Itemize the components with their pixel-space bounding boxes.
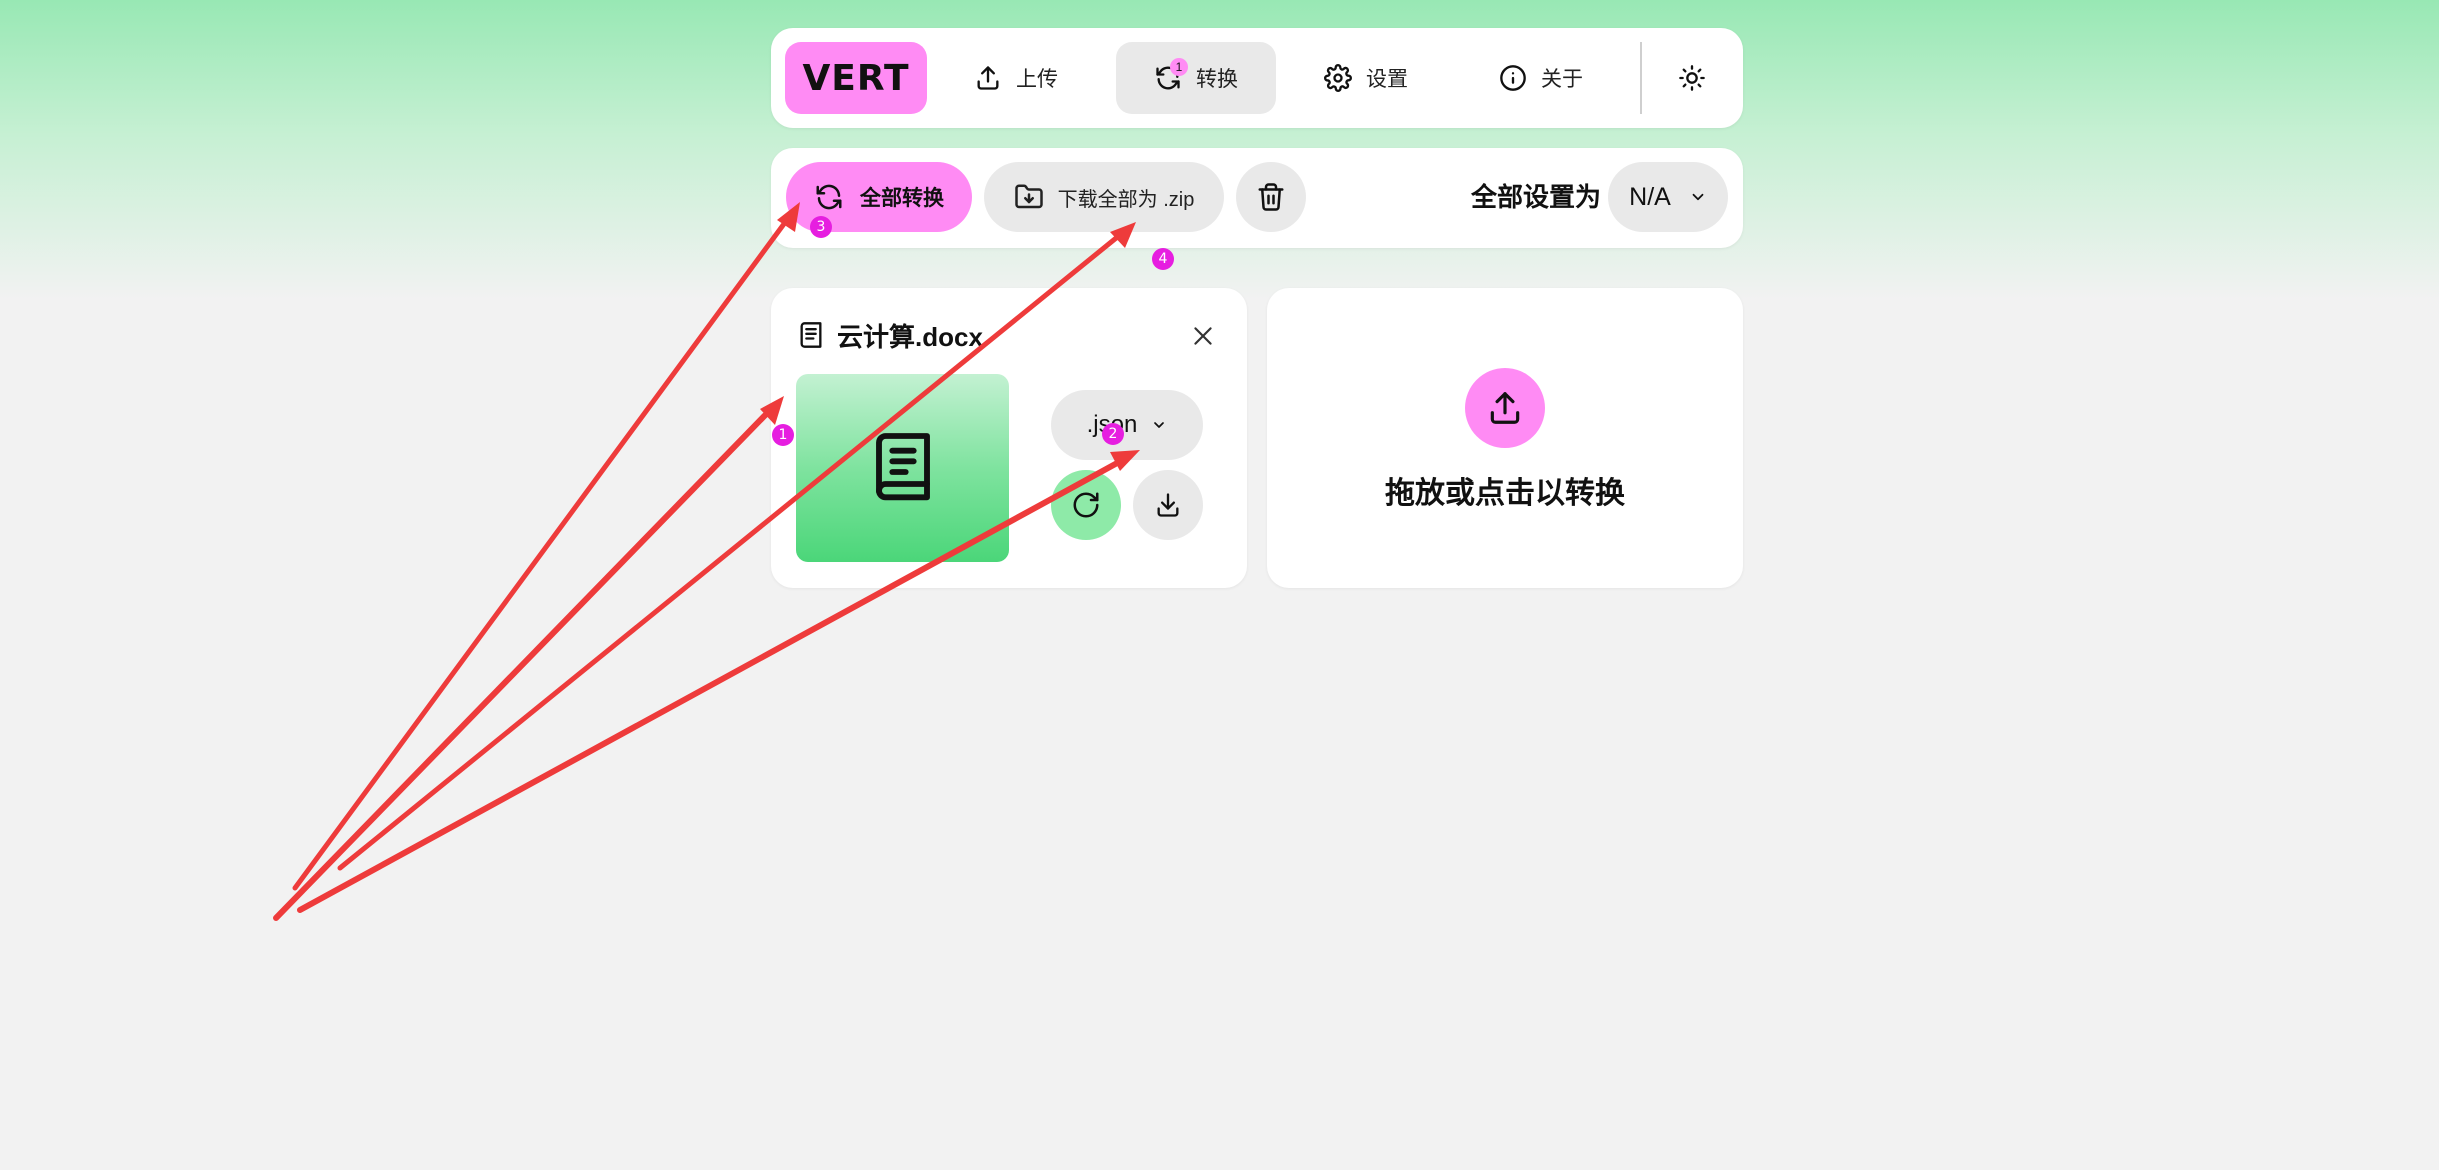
vert-logo[interactable]: VERT bbox=[785, 42, 927, 114]
drop-zone-text: 拖放或点击以转换 bbox=[1385, 477, 1625, 510]
download-zip-button[interactable]: 下载全部为 .zip bbox=[984, 162, 1224, 232]
set-all-value: N/A bbox=[1629, 182, 1671, 211]
convert-all-label: 全部转换 bbox=[860, 187, 944, 210]
upload-icon bbox=[974, 64, 1002, 92]
document-icon bbox=[797, 321, 825, 349]
annotation-badge-2: 2 bbox=[1102, 423, 1124, 445]
refresh-icon: 1 bbox=[1154, 58, 1188, 92]
info-icon bbox=[1499, 64, 1527, 92]
nav-convert[interactable]: 1 转换 bbox=[1116, 42, 1276, 114]
set-all-label: 全部设置为 bbox=[1471, 182, 1602, 212]
annotation-arrow bbox=[273, 401, 779, 921]
sun-icon bbox=[1678, 64, 1706, 92]
drop-upload-circle bbox=[1465, 368, 1545, 448]
nav-divider bbox=[1640, 42, 1642, 114]
remove-file-button[interactable] bbox=[1183, 316, 1223, 356]
annotation-badge-1: 1 bbox=[772, 424, 794, 446]
trash-icon bbox=[1256, 182, 1286, 212]
download-zip-label: 下载全部为 .zip bbox=[1057, 188, 1195, 211]
theme-toggle-button[interactable] bbox=[1656, 42, 1728, 114]
conversion-toolbar: 全部转换 下载全部为 .zip 全部设置为 N/A bbox=[771, 148, 1743, 248]
nav-settings-label: 设置 bbox=[1366, 68, 1408, 91]
upload-icon bbox=[1486, 389, 1524, 427]
download-icon bbox=[1154, 491, 1182, 519]
rotate-icon bbox=[1071, 490, 1101, 520]
chevron-down-icon bbox=[1151, 417, 1167, 433]
refresh-icon bbox=[814, 182, 844, 212]
gear-icon bbox=[1324, 64, 1352, 92]
drop-zone[interactable]: 拖放或点击以转换 bbox=[1267, 288, 1743, 588]
close-icon bbox=[1190, 323, 1216, 349]
file-card: 云计算.docx .json bbox=[771, 288, 1247, 588]
annotation-badge-4: 4 bbox=[1152, 248, 1174, 270]
annotation-badge-3: 3 bbox=[810, 216, 832, 238]
file-name: 云计算.docx bbox=[837, 321, 983, 352]
set-all-format-select[interactable]: N/A bbox=[1608, 162, 1728, 232]
nav-settings[interactable]: 设置 bbox=[1286, 42, 1446, 114]
chevron-down-icon bbox=[1689, 188, 1707, 206]
convert-file-button[interactable] bbox=[1051, 470, 1121, 540]
convert-count-badge: 1 bbox=[1170, 58, 1188, 76]
nav-about[interactable]: 关于 bbox=[1461, 42, 1621, 114]
nav-upload[interactable]: 上传 bbox=[941, 42, 1091, 114]
download-file-button[interactable] bbox=[1133, 470, 1203, 540]
nav-about-label: 关于 bbox=[1541, 68, 1583, 91]
delete-all-button[interactable] bbox=[1236, 162, 1306, 232]
nav-convert-label: 转换 bbox=[1196, 68, 1238, 91]
file-preview-thumbnail bbox=[796, 374, 1009, 562]
file-header: 云计算.docx bbox=[797, 318, 983, 352]
folder-download-icon bbox=[1014, 182, 1044, 212]
book-icon bbox=[871, 432, 935, 504]
target-format-select[interactable]: .json bbox=[1051, 390, 1203, 460]
nav-upload-label: 上传 bbox=[1016, 68, 1058, 91]
annotation-arrow bbox=[292, 210, 795, 891]
nav-bar: VERT 上传 1 转换 设置 关于 bbox=[771, 28, 1743, 128]
